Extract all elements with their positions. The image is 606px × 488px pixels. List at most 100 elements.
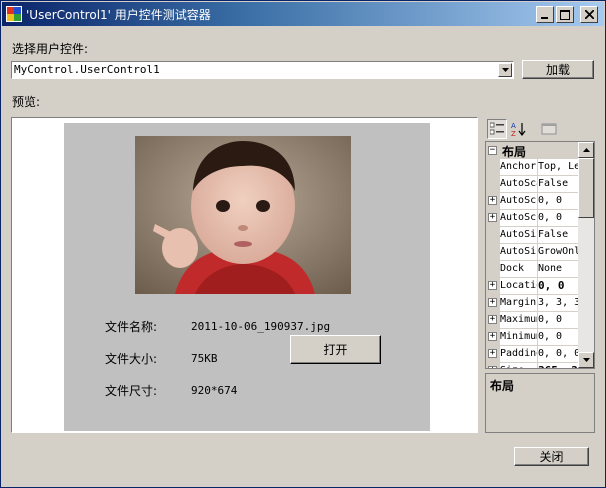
user-control: 文件名称: 2011-10-06_190937.jpg 文件大小: 75KB 文… (64, 123, 430, 431)
close-icon (584, 10, 594, 19)
property-name[interactable]: AutoScrollMinSize (500, 210, 538, 226)
file-name-value: 2011-10-06_190937.jpg (191, 320, 331, 333)
description-title: 布局 (490, 379, 515, 393)
property-value[interactable]: False (538, 227, 578, 243)
maximize-icon (560, 9, 570, 20)
property-row[interactable]: +AutoScrollMargin0, 0 (486, 193, 578, 210)
arrow-up-icon (582, 148, 590, 152)
property-value[interactable]: False (538, 176, 578, 192)
property-description: 布局 (485, 373, 595, 433)
dropdown-button[interactable] (498, 63, 512, 77)
category-name: 布局 (502, 145, 527, 159)
minimize-button[interactable] (536, 6, 554, 23)
file-size-label: 文件大小: (105, 352, 158, 366)
categorized-icon (490, 122, 504, 135)
property-value[interactable]: Top, Left (538, 159, 578, 175)
property-name[interactable]: Padding (500, 346, 538, 362)
property-name[interactable]: Dock (500, 261, 538, 277)
property-row[interactable]: +MaximumSize0, 0 (486, 312, 578, 329)
svg-text:A: A (511, 122, 516, 130)
control-select[interactable]: MyControl.UserControl1 (11, 61, 514, 79)
property-pages-button[interactable] (539, 119, 559, 139)
preview-label: 预览: (12, 95, 41, 109)
photo-image (135, 136, 351, 294)
expand-icon[interactable]: + (488, 349, 497, 358)
select-control-label: 选择用户控件: (12, 42, 89, 56)
file-dimensions-value: 920*674 (191, 384, 238, 397)
scroll-down-button[interactable] (578, 352, 594, 368)
property-row[interactable]: +Margin3, 3, 3, 3 (486, 295, 578, 312)
property-row[interactable]: AutoScaleModeFalse (486, 176, 578, 193)
property-name[interactable]: AutoScrollMargin (500, 193, 538, 209)
property-row[interactable]: +MinimumSize0, 0 (486, 329, 578, 346)
baby-photo (135, 136, 351, 294)
sort-alphabetical-icon: A Z (511, 122, 526, 137)
scroll-up-button[interactable] (578, 142, 594, 158)
property-grid[interactable]: − 布局 AnchorTop, LeftAutoScaleModeFalse+A… (485, 141, 595, 369)
property-name[interactable]: AutoSizeMode (500, 244, 538, 260)
property-name[interactable]: Anchor (500, 159, 538, 175)
property-value[interactable]: None (538, 261, 578, 277)
file-dimensions-label: 文件尺寸: (105, 384, 158, 398)
property-value[interactable]: 365, 308 (538, 363, 578, 368)
property-pages-icon (541, 123, 557, 135)
category-layout[interactable]: − 布局 (486, 142, 578, 159)
property-row[interactable]: +Padding0, 0, 0, 0 (486, 346, 578, 363)
property-name[interactable]: AutoScaleMode (500, 176, 538, 192)
categorized-button[interactable] (487, 119, 507, 139)
load-button[interactable]: 加载 (522, 60, 594, 79)
close-window-button[interactable] (580, 6, 598, 23)
close-button-label: 关闭 (539, 450, 564, 464)
arrow-down-icon (582, 358, 590, 362)
window-title: 'UserControl1' 用户控件测试容器 (26, 8, 211, 22)
alphabetical-button[interactable]: A Z (509, 119, 529, 139)
property-value[interactable]: 0, 0 (538, 312, 578, 328)
property-value[interactable]: GrowOnly (538, 244, 578, 260)
property-name[interactable]: AutoSize (500, 227, 538, 243)
property-value[interactable]: 0, 0 (538, 210, 578, 226)
property-value[interactable]: 3, 3, 3, 3 (538, 295, 578, 311)
main-window: 'UserControl1' 用户控件测试容器 选择用户控件: MyContro… (0, 0, 606, 488)
property-row[interactable]: Dock None (486, 261, 578, 278)
expand-icon[interactable]: + (488, 315, 497, 324)
property-name[interactable]: MaximumSize (500, 312, 538, 328)
property-name[interactable]: Margin (500, 295, 538, 311)
expand-icon[interactable]: + (488, 281, 497, 290)
expand-icon[interactable]: + (488, 213, 497, 222)
property-row[interactable]: +Location0, 0 (486, 278, 578, 295)
property-row[interactable]: +Size365, 308 (486, 363, 578, 368)
file-size-value: 75KB (191, 352, 218, 365)
vertical-scrollbar[interactable] (578, 142, 594, 368)
open-button[interactable]: 打开 (290, 335, 381, 364)
scroll-thumb[interactable] (578, 158, 594, 218)
property-grid-toolbar: A Z (485, 117, 595, 141)
property-row[interactable]: AutoSizeFalse (486, 227, 578, 244)
title-bar[interactable]: 'UserControl1' 用户控件测试容器 (2, 2, 604, 26)
property-row[interactable]: AnchorTop, Left (486, 159, 578, 176)
property-name[interactable]: Location (500, 278, 538, 294)
svg-text:Z: Z (511, 130, 516, 137)
property-name[interactable]: Size (500, 363, 538, 368)
property-value[interactable]: 0, 0 (538, 278, 578, 294)
app-icon (6, 6, 22, 22)
expand-icon[interactable]: + (488, 366, 497, 368)
property-row[interactable]: AutoSizeModeGrowOnly (486, 244, 578, 261)
load-button-label: 加载 (545, 63, 570, 77)
expand-icon[interactable]: + (488, 196, 497, 205)
property-value[interactable]: 0, 0, 0, 0 (538, 346, 578, 362)
file-name-label: 文件名称: (105, 320, 158, 334)
open-button-label: 打开 (323, 343, 348, 357)
minimize-icon (541, 16, 548, 19)
collapse-icon[interactable]: − (488, 146, 497, 155)
preview-panel: 文件名称: 2011-10-06_190937.jpg 文件大小: 75KB 文… (11, 117, 478, 433)
property-value[interactable]: 0, 0 (538, 329, 578, 345)
control-select-value: MyControl.UserControl1 (14, 63, 160, 76)
close-button[interactable]: 关闭 (514, 447, 589, 466)
maximize-button[interactable] (556, 6, 574, 23)
expand-icon[interactable]: + (488, 332, 497, 341)
expand-icon[interactable]: + (488, 298, 497, 307)
property-value[interactable]: 0, 0 (538, 193, 578, 209)
chevron-down-icon (501, 68, 509, 72)
property-name[interactable]: MinimumSize (500, 329, 538, 345)
property-row[interactable]: +AutoScrollMinSize0, 0 (486, 210, 578, 227)
